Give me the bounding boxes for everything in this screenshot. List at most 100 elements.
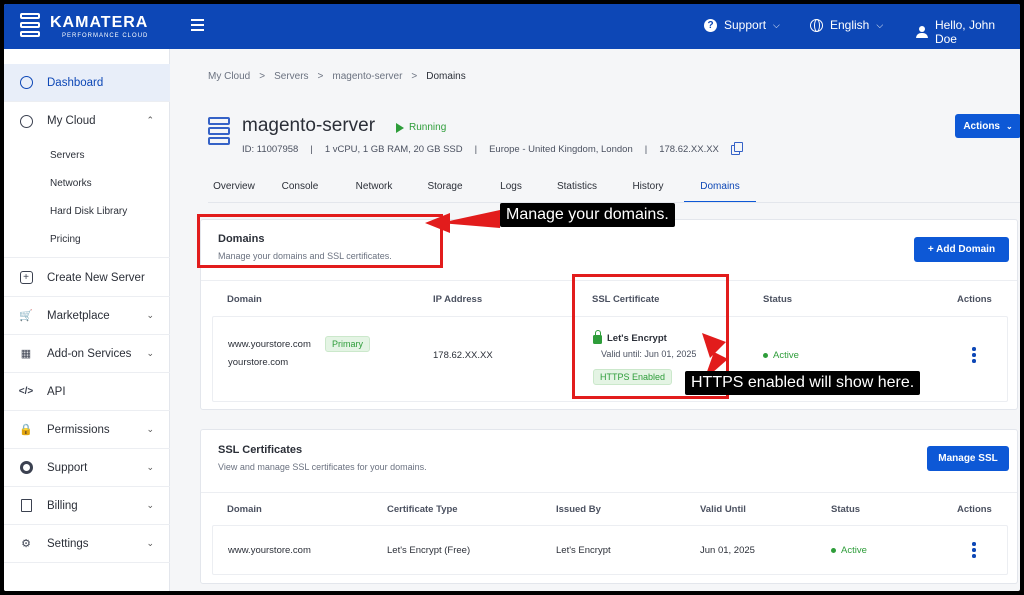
cart-icon: 🛒 <box>19 310 33 322</box>
server-icon <box>208 117 232 147</box>
sidebar-item-label: Add-on Services <box>47 347 132 360</box>
sidebar-item-label: API <box>47 385 66 398</box>
copy-icon[interactable] <box>730 141 743 155</box>
app-window: KAMATERA PERFORMANCE CLOUD ? Support ⌵ E… <box>4 4 1020 591</box>
tab-network[interactable]: Network <box>340 169 408 203</box>
chevron-down-icon: ⌵ <box>876 19 884 30</box>
server-specs: 1 vCPU, 1 GB RAM, 20 GB SSD <box>324 144 463 155</box>
support-menu[interactable]: ? Support ⌵ <box>704 18 780 32</box>
sidebar-subitem-hard-disk-library[interactable]: Hard Disk Library <box>50 206 127 217</box>
ssl-card-subtitle: View and manage SSL certificates for you… <box>218 462 427 472</box>
more-options-icon[interactable] <box>972 542 976 558</box>
certificate-domain: www.yourstore.com <box>228 545 311 556</box>
language-label: English <box>830 18 870 32</box>
certificate-type: Let's Encrypt (Free) <box>387 545 471 556</box>
server-ip: 178.62.XX.XX <box>659 144 719 155</box>
manage-ssl-button[interactable]: Manage SSL <box>927 446 1009 471</box>
tab-domains[interactable]: Domains <box>684 169 756 203</box>
breadcrumb-servers[interactable]: Servers <box>274 71 308 82</box>
gauge-icon <box>19 76 33 90</box>
menu-toggle-icon[interactable] <box>191 19 205 31</box>
support-label: Support <box>724 18 767 32</box>
domains-highlight-box <box>197 214 443 268</box>
sidebar-item-label: Dashboard <box>47 76 104 89</box>
meta-separator: | <box>310 144 313 155</box>
breadcrumb-separator: > <box>259 71 266 82</box>
domain-name[interactable]: www.yourstore.com <box>228 339 311 350</box>
breadcrumb-server[interactable]: magento-server <box>332 71 402 82</box>
more-options-icon[interactable] <box>972 347 976 363</box>
sidebar-item-permissions[interactable]: 🔒 Permissions ⌄ <box>4 411 170 449</box>
sidebar-item-settings[interactable]: ⚙ Settings ⌄ <box>4 525 170 563</box>
https-callout: HTTPS enabled will show here. <box>685 371 921 395</box>
column-header-certificate-type: Certificate Type <box>387 504 458 515</box>
sidebar-item-billing[interactable]: Billing ⌄ <box>4 487 170 525</box>
server-title: magento-server <box>242 115 376 136</box>
top-bar: KAMATERA PERFORMANCE CLOUD ? Support ⌵ E… <box>4 4 1020 49</box>
actions-button[interactable]: Actions ⌄ <box>955 114 1020 138</box>
sidebar-item-label: My Cloud <box>47 115 96 127</box>
table-row: www.yourstore.com Let's Encrypt (Free) L… <box>212 525 1008 575</box>
column-header-valid-until: Valid Until <box>700 504 746 515</box>
tab-console[interactable]: Console <box>260 169 340 203</box>
server-meta: ID: 11007958 | 1 vCPU, 1 GB RAM, 20 GB S… <box>242 141 743 155</box>
tab-storage[interactable]: Storage <box>408 169 482 203</box>
sidebar-item-dashboard[interactable]: Dashboard <box>4 64 170 102</box>
server-location: Europe - United Kingdom, London <box>489 144 633 155</box>
primary-badge: Primary <box>325 336 370 352</box>
lock-icon: 🔒 <box>19 424 33 436</box>
domains-callout: Manage your domains. <box>500 203 675 227</box>
brand-name: KAMATERA <box>50 13 149 31</box>
domain-alias: yourstore.com <box>228 357 289 368</box>
chevron-up-icon: ⌃ <box>146 115 154 125</box>
sidebar-item-support[interactable]: Support ⌄ <box>4 449 170 487</box>
breadcrumb: My Cloud > Servers > magento-server > Do… <box>208 71 466 82</box>
play-icon <box>396 122 404 133</box>
chevron-down-icon: ⌵ <box>773 19 780 30</box>
server-status-label: Running <box>409 122 447 133</box>
sidebar-subitem-servers[interactable]: Servers <box>50 150 84 161</box>
breadcrumb-my-cloud[interactable]: My Cloud <box>208 71 250 82</box>
brand-logo[interactable]: KAMATERA PERFORMANCE CLOUD <box>18 11 148 41</box>
tab-statistics[interactable]: Statistics <box>540 169 614 203</box>
sidebar-item-api[interactable]: </> API <box>4 373 170 411</box>
sidebar-item-create-server[interactable]: + Create New Server <box>4 259 170 297</box>
actions-button-label: Actions <box>963 120 1000 132</box>
sidebar-subitem-pricing[interactable]: Pricing <box>50 234 81 245</box>
column-header-actions: Actions <box>957 294 992 305</box>
help-icon: ? <box>704 18 717 32</box>
meta-separator: | <box>474 144 478 155</box>
sidebar-subitem-networks[interactable]: Networks <box>50 178 92 189</box>
certificate-issuer: Let's Encrypt <box>556 545 611 556</box>
column-header-actions: Actions <box>957 504 992 515</box>
tab-overview[interactable]: Overview <box>208 169 260 203</box>
gear-icon: ⚙ <box>21 538 31 550</box>
language-menu[interactable]: English ⌵ <box>810 18 883 32</box>
tab-history[interactable]: History <box>614 169 682 203</box>
add-domain-button[interactable]: + Add Domain <box>914 237 1009 262</box>
column-header-status: Status <box>763 294 793 305</box>
user-menu[interactable]: Hello, John Doe <box>916 18 1020 46</box>
ssl-card-title: SSL Certificates <box>218 444 303 456</box>
breadcrumb-separator: > <box>317 71 324 82</box>
sidebar-item-marketplace[interactable]: 🛒 Marketplace ⌄ <box>4 297 170 335</box>
chevron-down-icon: ⌄ <box>146 424 154 434</box>
column-header-status: Status <box>831 504 861 515</box>
sidebar: Dashboard My Cloud ⌃ Servers Networks Ha… <box>4 49 170 591</box>
cloud-icon <box>19 114 33 128</box>
sidebar-item-my-cloud[interactable]: My Cloud ⌃ <box>4 102 170 140</box>
breadcrumb-separator: > <box>411 71 418 82</box>
meta-separator: | <box>644 144 648 155</box>
sidebar-item-label: Billing <box>47 499 78 512</box>
brand-tagline: PERFORMANCE CLOUD <box>62 32 149 39</box>
column-header-issued-by: Issued By <box>556 504 601 515</box>
chevron-down-icon: ⌄ <box>146 462 154 472</box>
certificate-status: Active <box>831 545 867 556</box>
server-tabs: Overview Console Network Storage Logs St… <box>208 169 756 203</box>
sidebar-item-label: Permissions <box>47 423 110 436</box>
tab-logs[interactable]: Logs <box>482 169 540 203</box>
sidebar-item-label: Support <box>47 461 88 474</box>
chevron-down-icon: ⌄ <box>146 348 154 358</box>
ssl-certificates-card: SSL Certificates View and manage SSL cer… <box>200 429 1018 584</box>
sidebar-item-addon-services[interactable]: ▦ Add-on Services ⌄ <box>4 335 170 373</box>
